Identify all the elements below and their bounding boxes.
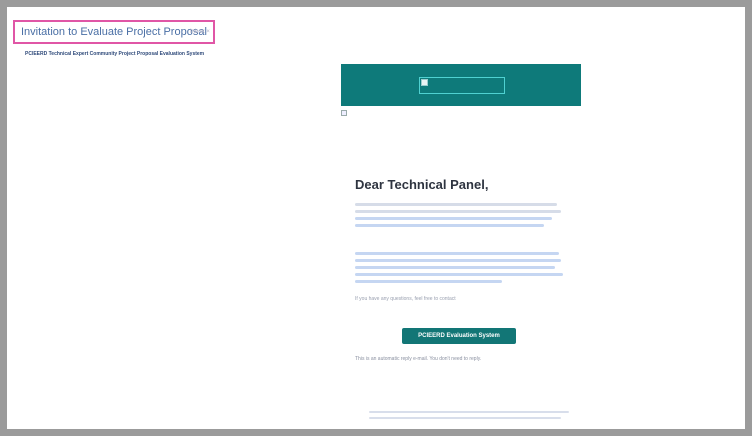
- email-viewer: Invitation to Evaluate Project Proposal …: [7, 7, 745, 429]
- footer-line: [369, 417, 561, 419]
- contact-text: If you have any questions, feel free to …: [355, 296, 456, 302]
- intro-paragraph: [355, 203, 565, 231]
- intro-line: [355, 203, 557, 206]
- details-line: [355, 259, 561, 262]
- broken-image-icon: [341, 110, 347, 116]
- email-subject: Invitation to Evaluate Project Proposal: [13, 20, 215, 44]
- details-paragraph: [355, 252, 565, 287]
- intro-line: [355, 224, 544, 227]
- auto-reply-note: This is an automatic reply e-mail. You d…: [355, 356, 482, 362]
- inbox-label[interactable]: Inbox ×: [190, 29, 210, 35]
- email-greeting: Dear Technical Panel,: [355, 177, 489, 192]
- details-line: [355, 266, 555, 269]
- details-line: [355, 280, 502, 283]
- broken-image-icon: [421, 79, 428, 86]
- email-footer: [369, 411, 569, 423]
- subject-container: Invitation to Evaluate Project Proposal …: [13, 20, 215, 44]
- sender-name: PCIEERD Technical Expert Community Proje…: [25, 51, 205, 57]
- intro-line: [355, 217, 553, 220]
- footer-line: [369, 411, 569, 413]
- evaluation-system-button[interactable]: PCIEERD Evaluation System: [402, 328, 516, 344]
- details-line: [355, 252, 559, 255]
- details-line: [355, 273, 563, 276]
- intro-line: [355, 210, 561, 213]
- banner-logo-frame: [419, 77, 505, 94]
- email-banner: [341, 64, 581, 106]
